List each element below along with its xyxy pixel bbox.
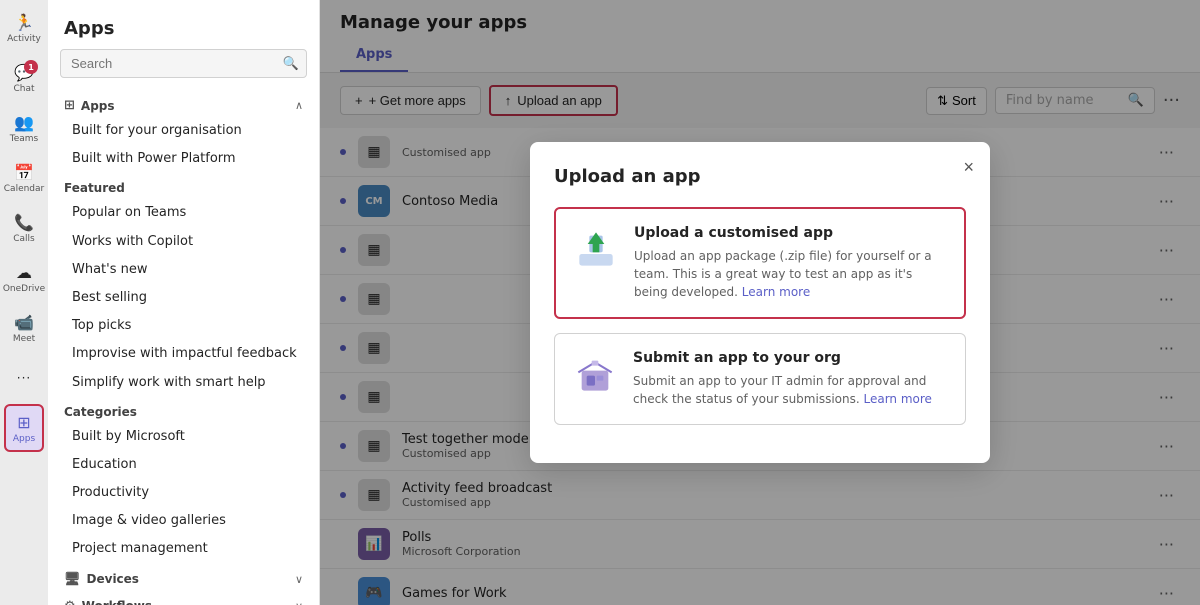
sidebar-section-categories-header[interactable]: Categories <box>56 397 311 423</box>
sidebar-item-image-video[interactable]: Image & video galleries <box>56 507 311 535</box>
upload-customised-content: Upload a customised app Upload an app pa… <box>634 225 948 301</box>
onedrive-icon: ☁ <box>16 263 32 282</box>
apps-label: Apps <box>13 434 35 444</box>
modal-close-button[interactable]: × <box>963 158 974 176</box>
modal-overlay[interactable]: Upload an app × Upload a customised app … <box>320 0 1200 605</box>
sidebar-item-education[interactable]: Education <box>56 451 311 479</box>
search-input[interactable] <box>60 49 307 78</box>
submit-learn-more-link[interactable]: Learn more <box>864 392 932 406</box>
sidebar-search-container: 🔍 <box>60 49 307 78</box>
sidebar-section-categories-title: Categories <box>64 405 137 419</box>
sidebar-section-apps-title: ⊞ Apps <box>64 98 115 113</box>
sidebar-item-improvise[interactable]: Improvise with impactful feedback <box>56 340 311 368</box>
rail-item-calendar[interactable]: 📅 Calendar <box>4 154 44 202</box>
submit-org-desc: Submit an app to your IT admin for appro… <box>633 372 949 408</box>
sidebar-item-project-mgmt[interactable]: Project management <box>56 535 311 563</box>
sidebar-section-featured-header[interactable]: Featured <box>56 173 311 199</box>
sidebar-section-featured-title: Featured <box>64 181 125 195</box>
rail-item-chat[interactable]: 1 💬 Chat <box>4 54 44 102</box>
rail-item-calls[interactable]: 📞 Calls <box>4 204 44 252</box>
modal-title: Upload an app <box>554 166 966 187</box>
sidebar: Apps 🔍 ⊞ Apps ∧ Built for your organisat… <box>48 0 320 605</box>
more-icon: ··· <box>17 371 31 385</box>
chat-badge: 1 <box>24 60 38 74</box>
sidebar-item-works-copilot[interactable]: Works with Copilot <box>56 228 311 256</box>
sidebar-section-devices-header[interactable]: 🖥 Devices ∨ <box>56 564 311 591</box>
sidebar-section-apps-header[interactable]: ⊞ Apps ∧ <box>56 90 311 117</box>
upload-customised-card[interactable]: Upload a customised app Upload an app pa… <box>554 207 966 319</box>
calls-label: Calls <box>13 234 35 244</box>
activity-label: Activity <box>7 34 41 44</box>
sidebar-title: Apps <box>48 0 319 49</box>
sidebar-item-whats-new[interactable]: What's new <box>56 256 311 284</box>
submit-org-icon <box>571 350 619 398</box>
devices-icon: 🖥 <box>64 572 81 587</box>
sidebar-item-best-selling[interactable]: Best selling <box>56 284 311 312</box>
submit-org-title: Submit an app to your org <box>633 350 949 366</box>
chat-label: Chat <box>13 84 34 94</box>
search-icon: 🔍 <box>283 56 299 71</box>
sidebar-item-popular[interactable]: Popular on Teams <box>56 199 311 227</box>
submit-org-content: Submit an app to your org Submit an app … <box>633 350 949 408</box>
sidebar-item-productivity[interactable]: Productivity <box>56 479 311 507</box>
onedrive-label: OneDrive <box>3 284 45 294</box>
upload-customised-title: Upload a customised app <box>634 225 948 241</box>
sidebar-item-built-microsoft[interactable]: Built by Microsoft <box>56 423 311 451</box>
meet-label: Meet <box>13 334 35 344</box>
activity-icon: 🏃 <box>14 13 34 32</box>
sidebar-item-built-power[interactable]: Built with Power Platform <box>56 145 311 173</box>
upload-customised-icon <box>572 225 620 273</box>
submit-org-card[interactable]: Submit an app to your org Submit an app … <box>554 333 966 425</box>
apps-section-chevron: ∧ <box>295 99 303 112</box>
sidebar-section-workflows-title: ⚙ Workflows <box>64 599 152 605</box>
devices-chevron: ∨ <box>295 573 303 586</box>
teams-icon: 👥 <box>14 113 34 132</box>
workflows-chevron: ∨ <box>295 600 303 605</box>
workflows-icon: ⚙ <box>64 599 76 605</box>
sidebar-item-top-picks[interactable]: Top picks <box>56 312 311 340</box>
sidebar-section-workflows: ⚙ Workflows ∨ <box>48 591 319 605</box>
upload-customised-desc: Upload an app package (.zip file) for yo… <box>634 247 948 301</box>
upload-learn-more-link[interactable]: Learn more <box>742 285 810 299</box>
sidebar-section-devices-title: 🖥 Devices <box>64 572 139 587</box>
rail-item-more[interactable]: ··· <box>4 354 44 402</box>
sidebar-section-devices: 🖥 Devices ∨ <box>48 564 319 591</box>
rail-item-teams[interactable]: 👥 Teams <box>4 104 44 152</box>
teams-label: Teams <box>10 134 38 144</box>
meet-icon: 📹 <box>14 313 34 332</box>
calendar-label: Calendar <box>4 184 44 194</box>
rail-item-activity[interactable]: 🏃 Activity <box>4 4 44 52</box>
main-content: Manage your apps Apps + + Get more apps … <box>320 0 1200 605</box>
apps-section-icon: ⊞ <box>64 98 75 113</box>
sidebar-item-built-org[interactable]: Built for your organisation <box>56 117 311 145</box>
rail-item-meet[interactable]: 📹 Meet <box>4 304 44 352</box>
upload-app-modal: Upload an app × Upload a customised app … <box>530 142 990 463</box>
rail-item-onedrive[interactable]: ☁ OneDrive <box>4 254 44 302</box>
sidebar-section-workflows-header[interactable]: ⚙ Workflows ∨ <box>56 591 311 605</box>
sidebar-section-categories: Categories Built by Microsoft Education … <box>48 397 319 564</box>
icon-rail: 🏃 Activity 1 💬 Chat 👥 Teams 📅 Calendar 📞… <box>0 0 48 605</box>
sidebar-section-featured: Featured Popular on Teams Works with Cop… <box>48 173 319 396</box>
sidebar-item-simplify[interactable]: Simplify work with smart help <box>56 369 311 397</box>
apps-icon: ⊞ <box>17 413 30 432</box>
sidebar-section-apps: ⊞ Apps ∧ Built for your organisation Bui… <box>48 90 319 173</box>
calendar-icon: 📅 <box>14 163 34 182</box>
calls-icon: 📞 <box>14 213 34 232</box>
rail-item-apps[interactable]: ⊞ Apps <box>4 404 44 452</box>
